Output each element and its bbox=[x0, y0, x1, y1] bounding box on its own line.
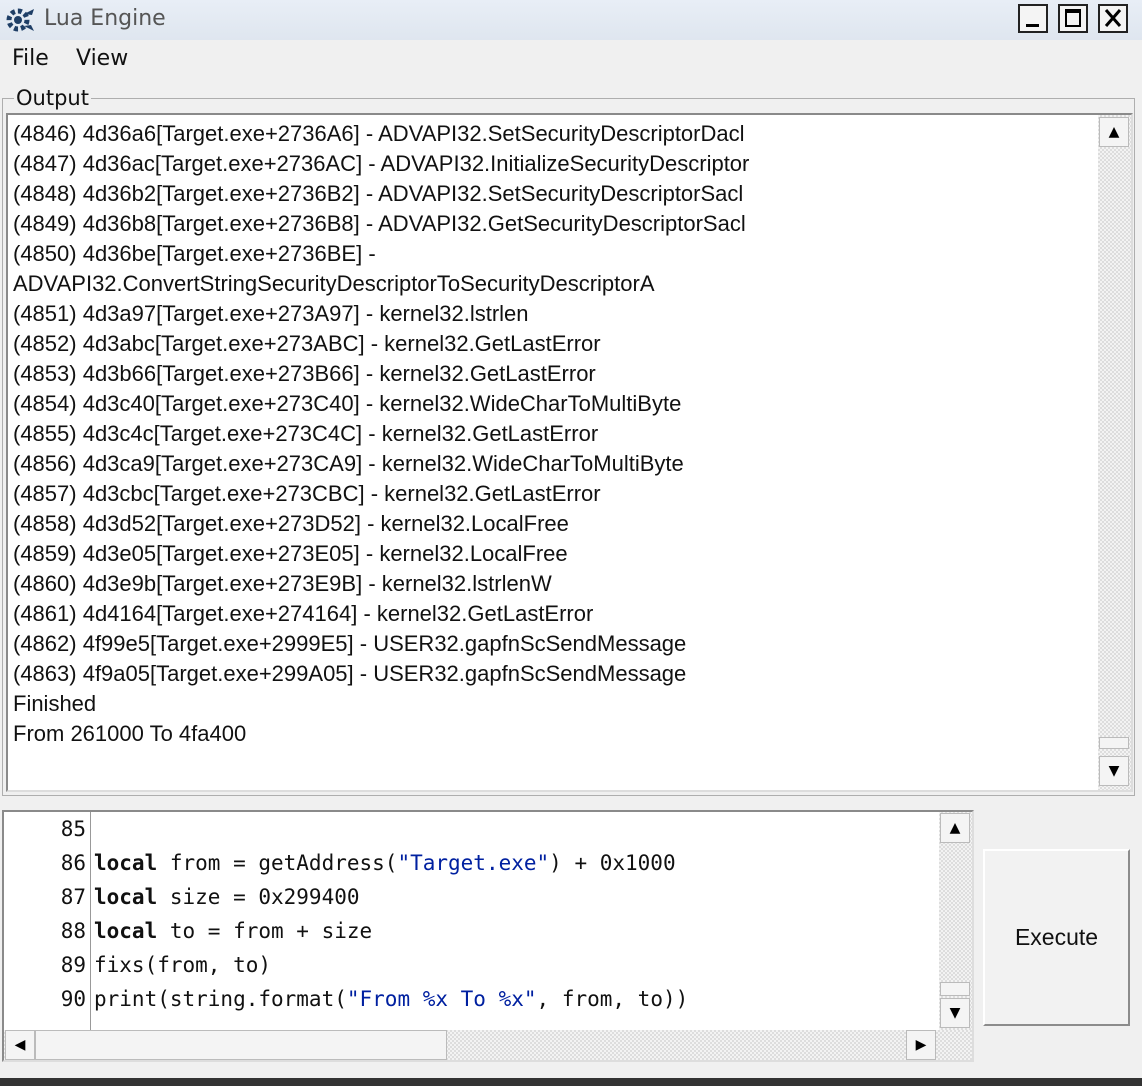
output-line: (4851) 4d3a97[Target.exe+273A97] - kerne… bbox=[13, 301, 529, 326]
minimize-button[interactable] bbox=[1018, 4, 1048, 33]
output-scroll-thumb[interactable] bbox=[1099, 737, 1129, 749]
editor-hscroll-thumb[interactable] bbox=[35, 1030, 447, 1060]
editor-vscroll-thumb[interactable] bbox=[940, 982, 970, 996]
output-line: Finished bbox=[13, 691, 97, 716]
code-string: "From %x To %x" bbox=[346, 987, 537, 1011]
arrow-left-icon: ◀ bbox=[14, 1037, 26, 1053]
output-line: (4859) 4d3e05[Target.exe+273E05] - kerne… bbox=[13, 541, 568, 566]
editor-scroll-left-button[interactable]: ◀ bbox=[5, 1030, 35, 1060]
code-string: "Target.exe" bbox=[397, 851, 550, 875]
output-scroll-down-button[interactable]: ▼ bbox=[1099, 756, 1129, 786]
editor-horizontal-scrollbar[interactable]: ◀ ▶ bbox=[4, 1030, 972, 1060]
arrow-down-icon: ▼ bbox=[949, 1005, 961, 1021]
output-line: (4862) 4f99e5[Target.exe+2999E5] - USER3… bbox=[13, 631, 687, 656]
output-line: (4849) 4d36b8[Target.exe+2736B8] - ADVAP… bbox=[13, 211, 746, 236]
title-bar: Lua Engine bbox=[0, 0, 1142, 40]
line-number: 85 bbox=[60, 817, 86, 841]
code-text: fixs(from, to) bbox=[94, 953, 272, 977]
line-number: 87 bbox=[60, 885, 86, 909]
close-button[interactable] bbox=[1098, 4, 1128, 33]
code-keyword: local bbox=[94, 885, 158, 909]
arrow-up-icon: ▲ bbox=[949, 820, 961, 836]
output-line: (4852) 4d3abc[Target.exe+273ABC] - kerne… bbox=[13, 331, 601, 356]
menu-file[interactable]: File bbox=[12, 46, 49, 71]
window-title: Lua Engine bbox=[44, 6, 166, 31]
code-line-90: print(string.format("From %x To %x", fro… bbox=[94, 987, 688, 1011]
output-line: (4855) 4d3c4c[Target.exe+273C4C] - kerne… bbox=[13, 421, 599, 446]
output-line: (4861) 4d4164[Target.exe+274164] - kerne… bbox=[13, 601, 594, 626]
code-line-87: local size = 0x299400 bbox=[94, 885, 360, 909]
arrow-up-icon: ▲ bbox=[1108, 124, 1120, 140]
code-text: size = 0x299400 bbox=[157, 885, 360, 909]
code-text: ) + 0x1000 bbox=[549, 851, 676, 875]
menu-bar: File View bbox=[0, 42, 1142, 78]
code-keyword: local bbox=[94, 851, 158, 875]
cheat-engine-gear-icon bbox=[4, 5, 36, 35]
code-text: print(string.format( bbox=[94, 987, 347, 1011]
output-vertical-scrollbar[interactable]: ▲ ▼ bbox=[1098, 115, 1131, 790]
output-line: (4848) 4d36b2[Target.exe+2736B2] - ADVAP… bbox=[13, 181, 744, 206]
maximize-icon bbox=[1065, 9, 1081, 27]
code-line-88: local to = from + size bbox=[94, 919, 372, 943]
output-scroll-up-button[interactable]: ▲ bbox=[1099, 117, 1129, 147]
output-line: (4858) 4d3d52[Target.exe+273D52] - kerne… bbox=[13, 511, 569, 536]
line-number: 86 bbox=[60, 851, 86, 875]
output-line: (4847) 4d36ac[Target.exe+2736AC] - ADVAP… bbox=[13, 151, 750, 176]
output-label: Output bbox=[14, 86, 91, 110]
editor-scroll-down-button[interactable]: ▼ bbox=[940, 998, 970, 1028]
output-line: (4850) 4d36be[Target.exe+2736BE] - bbox=[13, 241, 376, 266]
code-text: to = from + size bbox=[157, 919, 373, 943]
code-text: , from, to)) bbox=[536, 987, 689, 1011]
output-line: (4863) 4f9a05[Target.exe+299A05] - USER3… bbox=[13, 661, 687, 686]
code-line-86: local from = getAddress("Target.exe") + … bbox=[94, 851, 676, 875]
line-number-gutter: 85 86 87 88 89 90 bbox=[4, 812, 91, 1032]
execute-button[interactable]: Execute bbox=[983, 849, 1130, 1026]
output-line: (4854) 4d3c40[Target.exe+273C40] - kerne… bbox=[13, 391, 682, 416]
minimize-icon bbox=[1026, 24, 1039, 27]
line-number: 90 bbox=[60, 987, 86, 1011]
line-number: 88 bbox=[60, 919, 86, 943]
output-line: (4853) 4d3b66[Target.exe+273B66] - kerne… bbox=[13, 361, 596, 386]
output-line: (4846) 4d36a6[Target.exe+2736A6] - ADVAP… bbox=[13, 121, 745, 146]
close-icon bbox=[1104, 9, 1122, 27]
output-line: (4857) 4d3cbc[Target.exe+273CBC] - kerne… bbox=[13, 481, 601, 506]
code-text: from = getAddress( bbox=[157, 851, 398, 875]
output-line: (4860) 4d3e9b[Target.exe+273E9B] - kerne… bbox=[13, 571, 552, 596]
output-textbox[interactable]: (4846) 4d36a6[Target.exe+2736A6] - ADVAP… bbox=[6, 113, 1133, 792]
output-line: From 261000 To 4fa400 bbox=[13, 721, 247, 746]
arrow-down-icon: ▼ bbox=[1108, 763, 1120, 779]
editor-scroll-up-button[interactable]: ▲ bbox=[940, 813, 970, 843]
script-editor[interactable]: 85 86 87 88 89 90 local from = getAddres… bbox=[2, 810, 974, 1062]
line-number: 89 bbox=[60, 953, 86, 977]
editor-scroll-right-button[interactable]: ▶ bbox=[906, 1030, 936, 1060]
arrow-right-icon: ▶ bbox=[915, 1037, 927, 1053]
window-bottom-edge bbox=[0, 1078, 1142, 1086]
code-keyword: local bbox=[94, 919, 158, 943]
menu-view[interactable]: View bbox=[76, 46, 128, 71]
output-line: ADVAPI32.ConvertStringSecurityDescriptor… bbox=[13, 271, 655, 296]
code-line-89: fixs(from, to) bbox=[94, 953, 271, 977]
maximize-button[interactable] bbox=[1058, 4, 1088, 33]
editor-vertical-scrollbar[interactable]: ▲ ▼ bbox=[939, 812, 972, 1030]
output-line: (4856) 4d3ca9[Target.exe+273CA9] - kerne… bbox=[13, 451, 684, 476]
output-text: (4846) 4d36a6[Target.exe+2736A6] - ADVAP… bbox=[13, 119, 1093, 749]
